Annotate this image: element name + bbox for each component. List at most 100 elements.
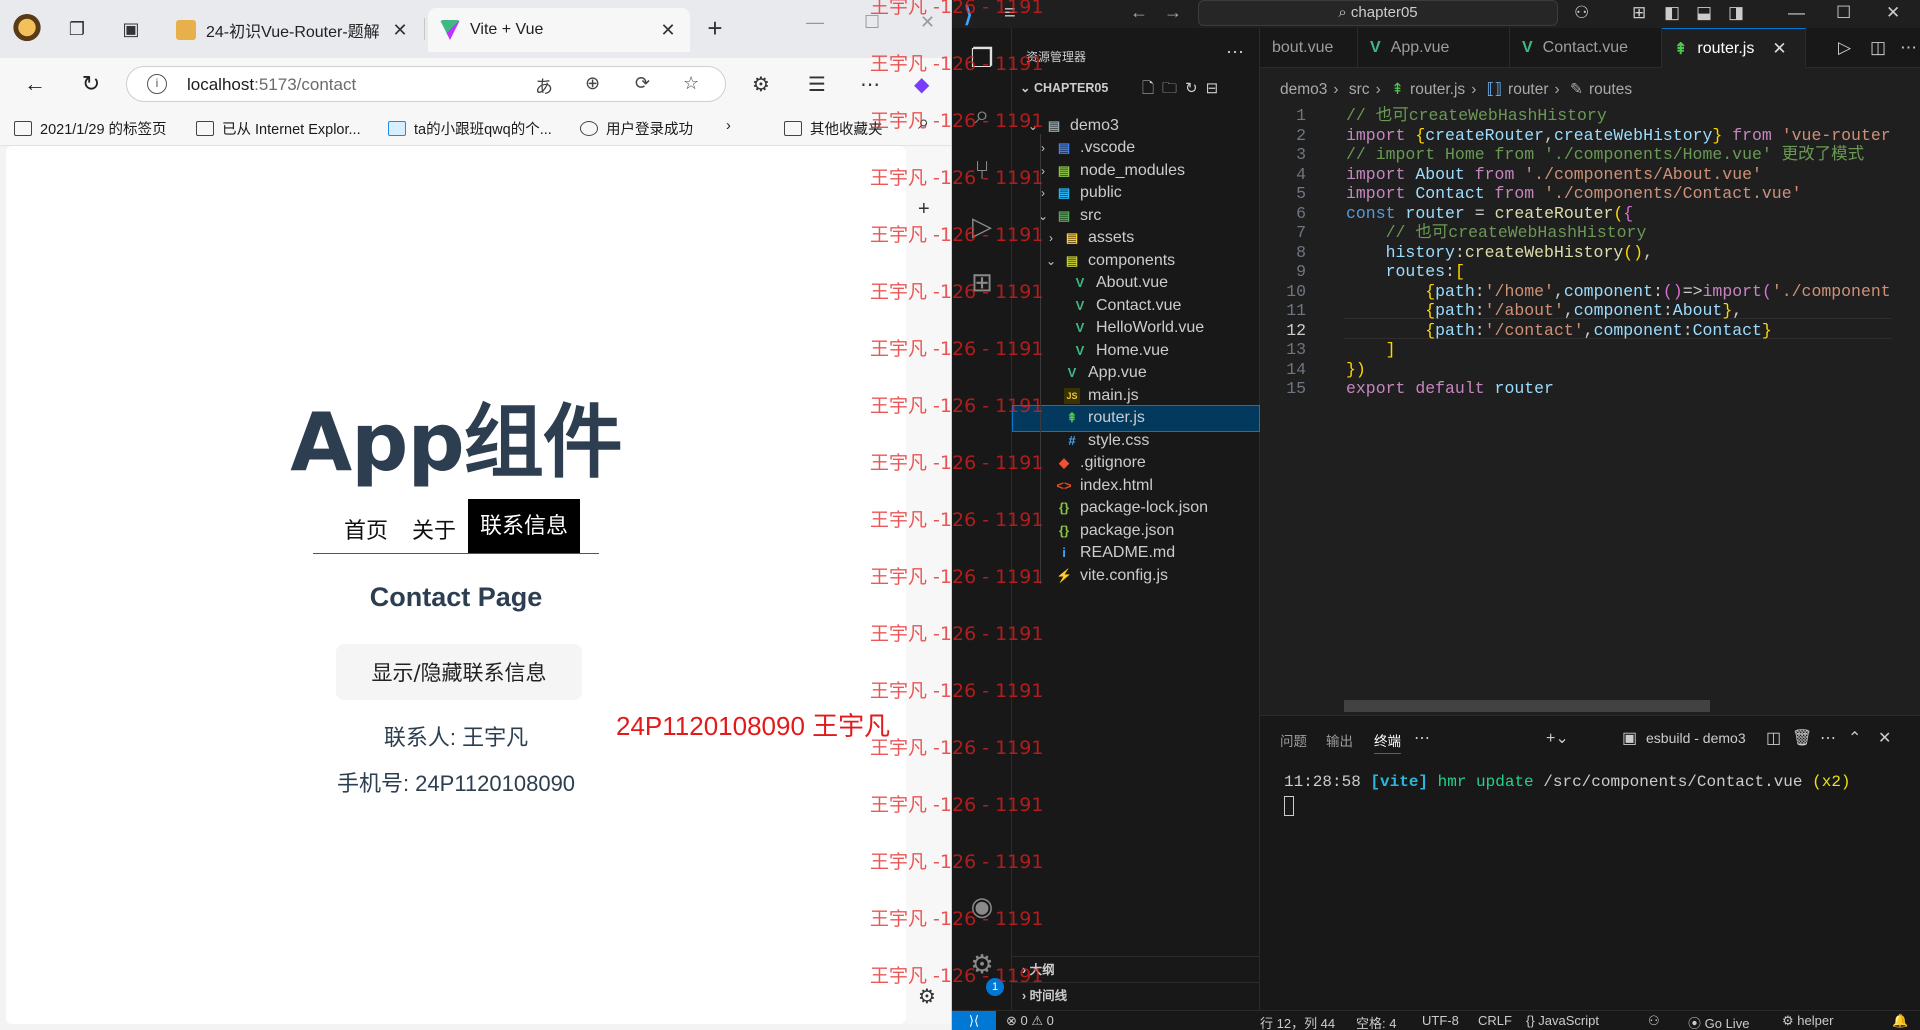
tab-vue-router-article[interactable]: 24-初识Vue-Router-题解 ✕ [164, 8, 422, 52]
close-tab-icon[interactable]: ✕ [390, 20, 410, 41]
bookmark-item[interactable]: 其他收藏夹 [784, 118, 883, 139]
horizontal-scrollbar[interactable] [1344, 700, 1710, 712]
sync-icon[interactable]: ⟳ [635, 73, 650, 94]
favorites-icon[interactable]: ☰ [808, 72, 826, 97]
code-editor[interactable]: 1// 也可createWebHashHistory 2 import {creat… [1260, 104, 1892, 704]
explorer-icon[interactable]: ❐ [966, 42, 998, 74]
encoding[interactable]: UTF-8 [1422, 1013, 1459, 1028]
run-icon[interactable]: ▷ [1838, 38, 1851, 58]
read-aloud-icon[interactable]: あ [535, 73, 553, 99]
outline-section[interactable]: › 大纲 [1012, 956, 1260, 982]
copilot-icon[interactable]: ◆ [914, 72, 929, 97]
command-center-search[interactable]: ⌕ chapter05 [1198, 0, 1558, 26]
refresh-button[interactable]: ↻ [76, 69, 106, 99]
split-terminal-icon[interactable]: ◫ [1766, 728, 1781, 748]
close-tab-icon[interactable]: ✕ [1772, 39, 1786, 59]
toggle-panel-icon[interactable]: ⬓ [1696, 3, 1712, 23]
new-tab-button[interactable]: + [700, 14, 730, 44]
toggle-secondary-sidebar-icon[interactable]: ◨ [1728, 3, 1744, 23]
settings-gear-icon[interactable]: ⚙ [966, 948, 998, 980]
more-actions-icon[interactable]: ⋯ [1226, 42, 1244, 63]
breadcrumb-item[interactable]: router [1508, 81, 1549, 98]
close-window-icon[interactable]: ✕ [1886, 3, 1900, 23]
tree-item[interactable]: ⚡ vite.config.js [1012, 562, 1260, 589]
extensions-icon[interactable]: ⊞ [966, 266, 998, 298]
close-tab-icon[interactable]: ✕ [658, 20, 678, 41]
breadcrumb-item[interactable]: routes [1589, 81, 1632, 98]
layout-icon[interactable]: ⊞ [1632, 3, 1646, 23]
editor-tab-contact[interactable]: V Contact.vue [1510, 28, 1662, 68]
toggle-sidebar-icon[interactable]: ◧ [1664, 3, 1680, 23]
tab-vite-vue[interactable]: Vite + Vue ✕ [428, 8, 690, 52]
extensions-icon[interactable]: ⚙ [752, 72, 770, 97]
profile-avatar-icon[interactable] [12, 14, 42, 44]
bookmark-item[interactable]: 已从 Internet Explor... [196, 118, 361, 139]
address-bar[interactable]: i localhost:5173/contact あ ⊕ ⟳ ☆ [126, 66, 726, 102]
panel-tab-problems[interactable]: 问题 [1280, 730, 1307, 750]
add-sidebar-icon[interactable]: + [918, 198, 930, 221]
back-button[interactable]: ← [20, 69, 50, 99]
notifications-bell-icon[interactable]: 🔔 [1892, 1013, 1908, 1029]
line-endings[interactable]: CRLF [1478, 1013, 1512, 1028]
copilot-icon[interactable]: ⚇ [1574, 3, 1589, 23]
json-file-icon: {} [1058, 522, 1070, 538]
panel-tab-terminal[interactable]: 终端 [1374, 730, 1401, 754]
go-live-button[interactable]: ⦿ Go Live [1688, 1013, 1749, 1030]
breadcrumb-item[interactable]: router.js [1410, 81, 1465, 98]
editor-tab-app[interactable]: V App.vue [1358, 28, 1510, 68]
tab-actions-icon[interactable]: ▣ [116, 14, 146, 44]
minimize-icon[interactable]: — [1788, 3, 1805, 23]
project-name: CHAPTER05 [1033, 81, 1109, 95]
editor-tab-about[interactable]: bout.vue [1260, 28, 1358, 68]
toggle-contact-button[interactable]: 显示/隐藏联系信息 [336, 644, 582, 700]
route-link-about[interactable]: 关于 [400, 505, 468, 553]
new-terminal-icon[interactable]: +⌄ [1546, 728, 1569, 748]
more-actions-icon[interactable]: ⋯ [1900, 38, 1917, 58]
close-panel-icon[interactable]: ✕ [1878, 728, 1891, 748]
bookmarks-overflow-chevron-icon[interactable]: › [726, 118, 731, 134]
breadcrumb-item[interactable]: demo3 [1280, 81, 1327, 98]
bookmark-item[interactable]: 用户登录成功 [580, 118, 693, 139]
split-editor-icon[interactable]: ◫ [1870, 38, 1886, 58]
problems-status[interactable]: ⊗ 0 ⚠ 0 [1006, 1013, 1054, 1029]
run-debug-icon[interactable]: ▷ [966, 210, 998, 242]
back-arrow-icon[interactable]: ← [1130, 2, 1148, 23]
more-icon[interactable]: ⋯ [1414, 728, 1430, 748]
site-info-icon[interactable]: i [147, 74, 167, 94]
breadcrumb-item[interactable]: src [1349, 81, 1370, 98]
search-icon[interactable]: ⌕ [966, 98, 998, 130]
forward-arrow-icon[interactable]: → [1164, 2, 1182, 23]
account-icon[interactable]: ◉ [966, 890, 998, 922]
close-window-icon[interactable]: ✕ [920, 12, 935, 33]
timeline-section[interactable]: › 时间线 [1012, 982, 1260, 1008]
maximize-icon[interactable]: ☐ [864, 12, 880, 33]
language-mode[interactable]: {} JavaScript [1526, 1013, 1599, 1028]
menu-icon[interactable]: ≡ [1004, 2, 1016, 25]
maximize-panel-icon[interactable]: ⌃ [1848, 728, 1861, 748]
maximize-icon[interactable]: ☐ [1836, 3, 1851, 23]
copilot-status-icon[interactable]: ⚇ [1648, 1013, 1660, 1029]
bookmark-item[interactable]: ta的小跟班qwq的个... [388, 118, 552, 139]
editor-tab-router[interactable]: ⇞ router.js ✕ [1662, 28, 1806, 68]
cursor-position[interactable]: 行 12，列 44 [1260, 1013, 1335, 1030]
trash-icon[interactable]: 🗑 [1792, 728, 1812, 748]
panel-tab-output[interactable]: 输出 [1326, 730, 1353, 750]
search-icon[interactable]: ⌕ [918, 112, 929, 135]
workspaces-icon[interactable]: ❐ [62, 14, 92, 44]
more-actions-icon[interactable]: ⋯ [1820, 728, 1836, 748]
gear-icon[interactable]: ⚙ [918, 984, 936, 1009]
remote-icon[interactable]: ⟩⟨ [952, 1011, 996, 1030]
route-link-contact[interactable]: 联系信息 [468, 499, 581, 553]
more-menu-icon[interactable]: ⋯ [860, 72, 880, 97]
minimize-icon[interactable]: — [806, 12, 824, 33]
helper-status[interactable]: ⚙ helper [1782, 1013, 1833, 1029]
indent-setting[interactable]: 空格: 4 [1356, 1013, 1396, 1030]
bottom-panel: 问题 输出 终端 ⋯ +⌄ ▣ esbuild - demo3 ◫ 🗑 ⋯ ⌃ … [1260, 715, 1920, 1010]
favorite-star-icon[interactable]: ☆ [683, 73, 699, 94]
route-link-home[interactable]: 首页 [332, 505, 400, 553]
bookmark-item[interactable]: 2021/1/29 的标签页 [14, 118, 167, 139]
terminal-name[interactable]: esbuild - demo3 [1646, 730, 1746, 746]
zoom-icon[interactable]: ⊕ [585, 73, 600, 94]
explorer-actions[interactable]: 🗋🗀↻⊟ [1142, 78, 1226, 103]
source-control-icon[interactable]: ⑂ [966, 154, 998, 186]
